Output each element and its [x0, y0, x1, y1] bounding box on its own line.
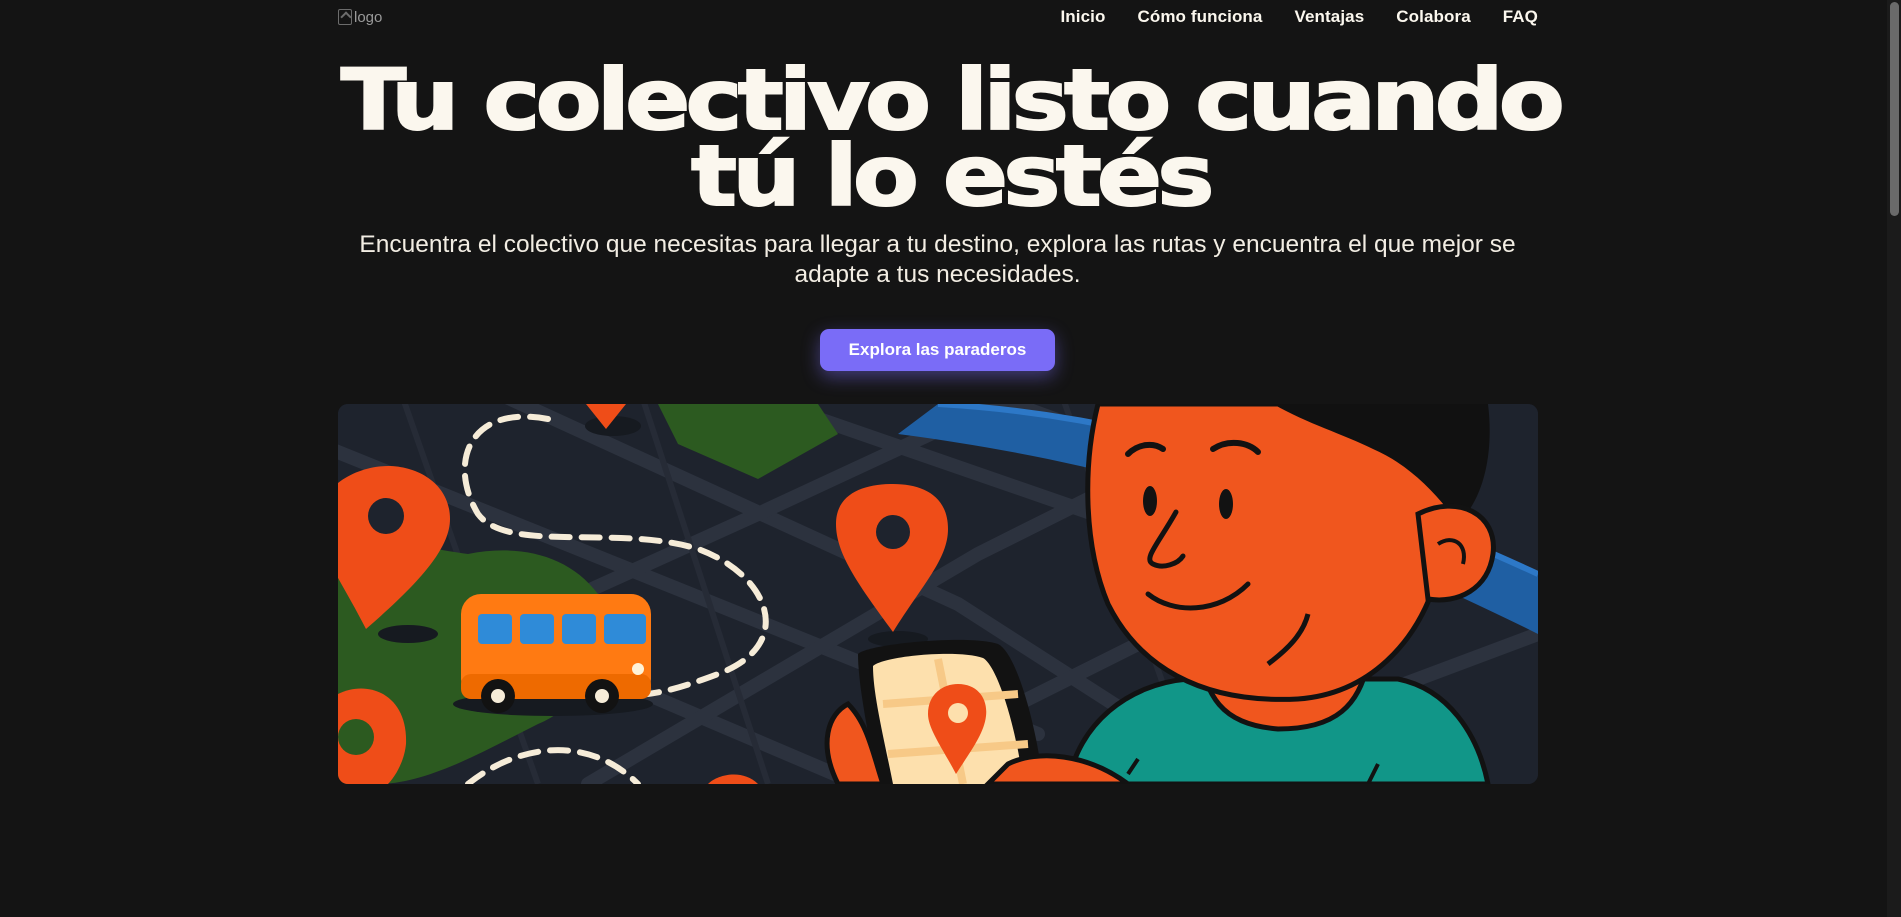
logo-alt-text: logo [354, 8, 383, 26]
nav-link-inicio[interactable]: Inicio [1060, 7, 1105, 27]
hero-title-line-2: tú lo estés [690, 127, 1216, 225]
logo[interactable]: logo [338, 6, 382, 28]
nav-link-colabora[interactable]: Colabora [1396, 7, 1470, 27]
nav-link-ventajas[interactable]: Ventajas [1294, 7, 1364, 27]
site-header: logo Inicio Cómo funciona Ventajas Colab… [338, 0, 1538, 34]
broken-image-icon [338, 9, 352, 25]
nav-link-faq[interactable]: FAQ [1503, 7, 1538, 27]
person-icon [1065, 404, 1496, 784]
hero-title: Tu colectivo listo cuando tú lo estés [0, 57, 1901, 219]
main-nav: Inicio Cómo funciona Ventajas Colabora F… [1060, 7, 1538, 27]
bus-icon [453, 594, 653, 716]
vertical-scrollbar[interactable] [1887, 0, 1901, 917]
hero-illustration [338, 404, 1538, 784]
map-illustration [338, 404, 1538, 784]
scrollbar-thumb[interactable] [1890, 2, 1899, 216]
explore-stops-button[interactable]: Explora las paraderos [820, 329, 1055, 371]
page: logo Inicio Cómo funciona Ventajas Colab… [0, 0, 1901, 917]
hero-subtitle: Encuentra el colectivo que necesitas par… [359, 231, 1516, 288]
nav-link-como-funciona[interactable]: Cómo funciona [1137, 7, 1262, 27]
